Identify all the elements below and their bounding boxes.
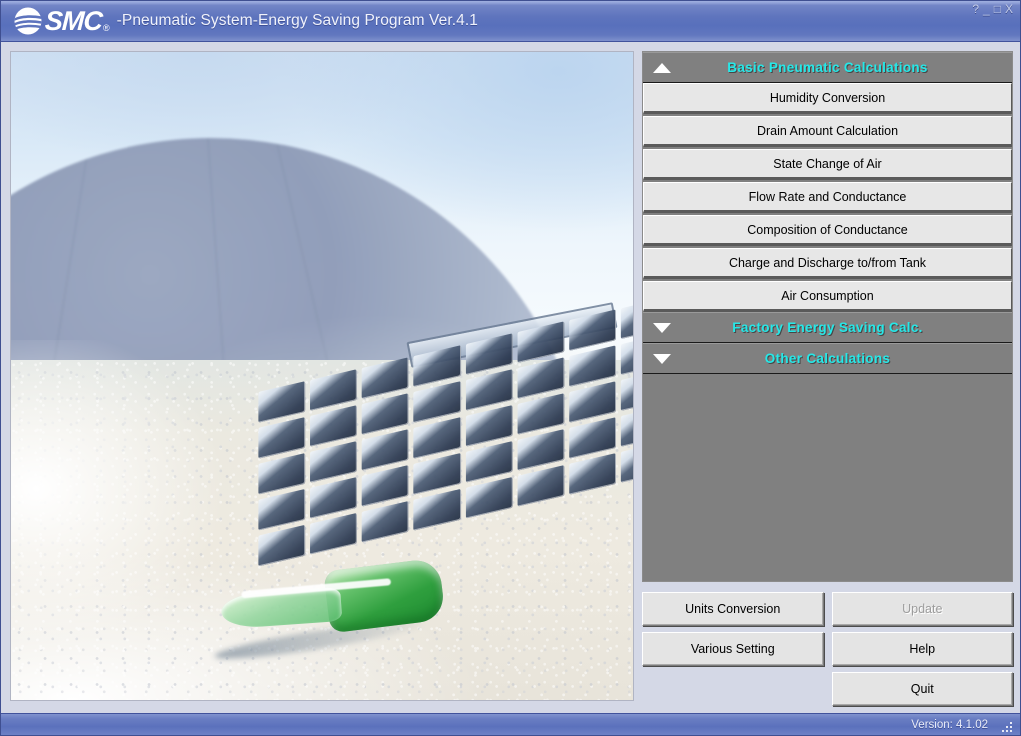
close-button[interactable]: X xyxy=(1004,3,1014,15)
triangle-up-icon xyxy=(653,62,671,73)
smc-registered-mark: ® xyxy=(103,23,110,33)
calc-button-charge-and-discharge-to-from-tank[interactable]: Charge and Discharge to/from Tank xyxy=(643,248,1012,279)
triangle-down-icon xyxy=(653,353,671,364)
splash-image-panel xyxy=(10,51,634,701)
smc-swoosh-icon xyxy=(13,6,43,36)
calc-button-humidity-conversion[interactable]: Humidity Conversion xyxy=(643,83,1012,114)
triangle-down-icon xyxy=(653,322,671,333)
maximize-button[interactable]: □ xyxy=(993,3,1002,15)
section-body-basic-pneumatic-calculations: Humidity Conversion Drain Amount Calcula… xyxy=(643,83,1012,312)
various-setting-button[interactable]: Various Setting xyxy=(642,632,824,666)
status-bar: Version: 4.1.02 xyxy=(1,713,1020,735)
window-body: Basic Pneumatic Calculations Humidity Co… xyxy=(1,42,1020,713)
right-panel: Basic Pneumatic Calculations Humidity Co… xyxy=(642,51,1013,706)
calc-button-composition-of-conductance[interactable]: Composition of Conductance xyxy=(643,215,1012,246)
resize-grip-icon[interactable] xyxy=(998,718,1012,732)
title-bar: SMC ® -Pneumatic System-Energy Saving Pr… xyxy=(1,1,1020,42)
accordion-empty-area xyxy=(643,374,1012,581)
section-title: Basic Pneumatic Calculations xyxy=(727,60,928,75)
splash-artwork xyxy=(11,52,633,700)
section-header-factory-energy-saving-calc[interactable]: Factory Energy Saving Calc. xyxy=(643,312,1012,343)
section-header-other-calculations[interactable]: Other Calculations xyxy=(643,343,1012,374)
window-title: -Pneumatic System-Energy Saving Program … xyxy=(116,12,478,29)
help-action-button[interactable]: Help xyxy=(831,632,1013,666)
quit-button[interactable]: Quit xyxy=(831,672,1013,706)
calc-button-flow-rate-and-conductance[interactable]: Flow Rate and Conductance xyxy=(643,182,1012,213)
section-header-basic-pneumatic-calculations[interactable]: Basic Pneumatic Calculations xyxy=(643,52,1012,83)
section-title: Factory Energy Saving Calc. xyxy=(732,320,923,335)
section-title: Other Calculations xyxy=(764,351,891,366)
smc-logo: SMC ® xyxy=(13,6,110,36)
update-button[interactable]: Update xyxy=(831,592,1013,626)
calc-button-state-change-of-air[interactable]: State Change of Air xyxy=(643,149,1012,180)
minimize-button[interactable]: _ xyxy=(982,3,991,15)
calc-button-air-consumption[interactable]: Air Consumption xyxy=(643,281,1012,312)
help-button[interactable]: ? xyxy=(971,3,980,15)
units-conversion-button[interactable]: Units Conversion xyxy=(642,592,824,626)
calc-button-drain-amount-calculation[interactable]: Drain Amount Calculation xyxy=(643,116,1012,147)
artwork-bottle-body xyxy=(323,557,446,634)
smc-wordmark: SMC xyxy=(44,6,103,36)
version-label: Version: 4.1.02 xyxy=(911,718,988,731)
window-controls: ? _ □ X xyxy=(971,3,1014,15)
calculation-accordion: Basic Pneumatic Calculations Humidity Co… xyxy=(642,51,1013,582)
application-window: SMC ® -Pneumatic System-Energy Saving Pr… xyxy=(0,0,1021,736)
action-button-area: Units Conversion Update Various Setting … xyxy=(642,592,1013,709)
